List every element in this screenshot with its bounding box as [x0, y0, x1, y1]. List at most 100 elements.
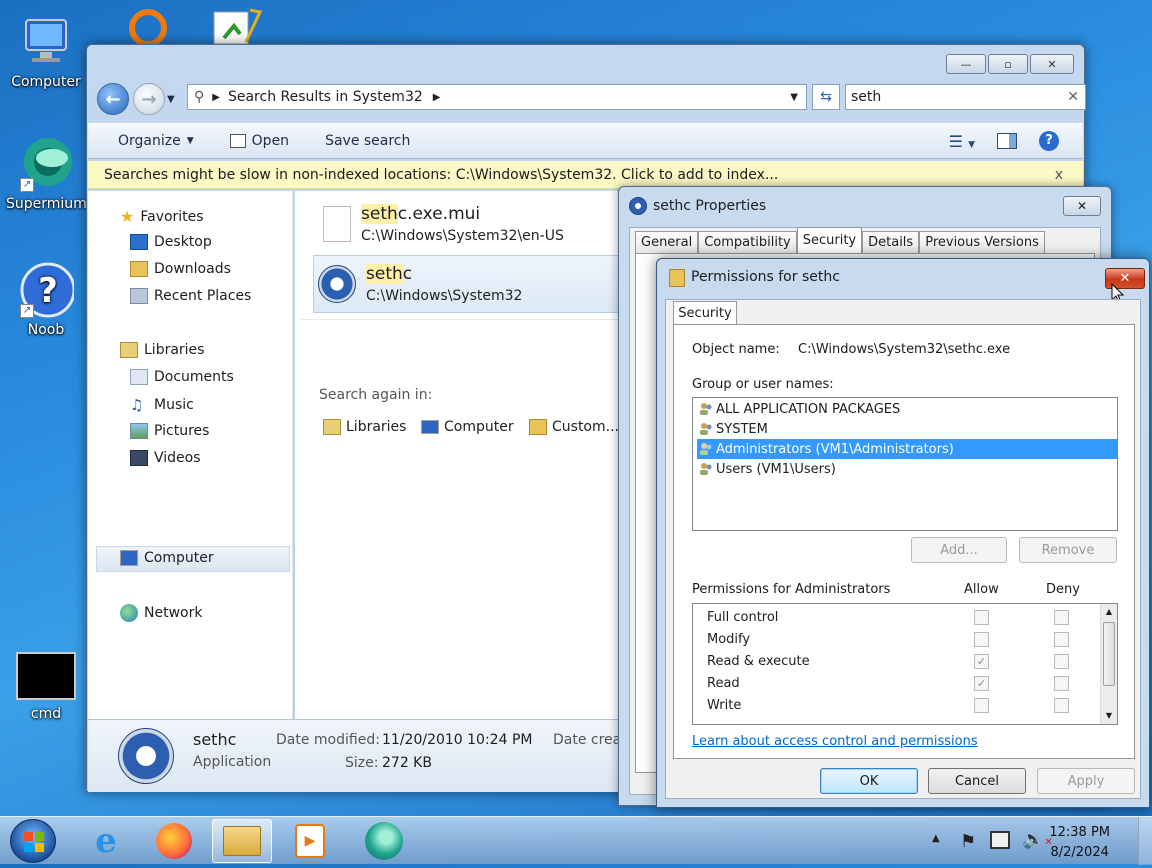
- action-center-flag-icon[interactable]: ⚑: [960, 831, 976, 852]
- search-input[interactable]: seth ✕: [845, 84, 1086, 110]
- show-desktop-button[interactable]: [1138, 817, 1152, 865]
- nav-documents[interactable]: Documents: [130, 369, 234, 385]
- breadcrumb[interactable]: Search Results in System32: [228, 89, 423, 105]
- taskbar-media-player[interactable]: ▶: [280, 819, 340, 863]
- maximize-button[interactable]: ▫: [988, 54, 1028, 74]
- nav-music[interactable]: ♫ Music: [130, 396, 194, 414]
- tab-security[interactable]: Security: [796, 227, 863, 253]
- desktop-icon-supermium[interactable]: ↗ Supermium: [6, 136, 87, 212]
- ok-button[interactable]: OK: [820, 768, 918, 794]
- access-control-help-link[interactable]: Learn about access control and permissio…: [692, 734, 978, 749]
- scroll-up-icon[interactable]: ▲: [1101, 604, 1117, 620]
- desktop-icon-computer[interactable]: Computer: [6, 14, 86, 90]
- add-button[interactable]: Add...: [911, 537, 1007, 563]
- organize-button[interactable]: Organize ▼: [118, 133, 194, 149]
- permissions-list[interactable]: Full control Modify Read & execute ✓ Rea…: [692, 603, 1118, 725]
- deny-checkbox[interactable]: [1054, 610, 1069, 625]
- apply-button[interactable]: Apply: [1037, 768, 1135, 794]
- minimize-button[interactable]: —: [946, 54, 986, 74]
- allow-checkbox[interactable]: [974, 698, 989, 713]
- desktop-icon-label: cmd: [30, 706, 62, 722]
- nav-favorites[interactable]: ★ Favorites: [120, 207, 204, 226]
- clock-date: 8/2/2024: [1050, 845, 1109, 860]
- shortcut-arrow-icon: ↗: [20, 178, 34, 192]
- search-again-libraries[interactable]: Libraries: [323, 419, 406, 435]
- index-warning-bar[interactable]: Searches might be slow in non-indexed lo…: [88, 161, 1083, 189]
- refresh-icon: ⇆: [820, 89, 832, 105]
- scroll-thumb[interactable]: [1103, 622, 1115, 686]
- permissions-scrollbar[interactable]: ▲ ▼: [1100, 604, 1117, 724]
- result-item[interactable]: sethc.exe.mui C:\Windows\System32\en-US: [313, 195, 633, 253]
- list-item[interactable]: ALL APPLICATION PACKAGES: [697, 399, 1117, 419]
- list-item-selected[interactable]: Administrators (VM1\Administrators): [697, 439, 1117, 459]
- taskbar-explorer[interactable]: [212, 819, 272, 863]
- tab-general[interactable]: General: [635, 231, 699, 253]
- cancel-button[interactable]: Cancel: [928, 768, 1026, 794]
- network-tray-icon[interactable]: [990, 831, 1010, 849]
- result-name-rest: c: [402, 264, 413, 284]
- tab-security[interactable]: Security: [673, 301, 737, 325]
- save-search-button[interactable]: Save search: [325, 133, 410, 149]
- star-icon: ★: [120, 207, 135, 226]
- tab-details[interactable]: Details: [862, 231, 920, 253]
- result-item-selected[interactable]: sethc C:\Windows\System32: [313, 255, 633, 313]
- desktop-icon-noob[interactable]: ? ↗ Noob: [6, 262, 86, 338]
- nav-libraries[interactable]: Libraries: [120, 342, 204, 358]
- nav-pictures[interactable]: Pictures: [130, 423, 209, 439]
- allow-checkbox-checked[interactable]: ✓: [974, 654, 989, 669]
- desktop-icon-partial-ring[interactable]: [126, 0, 170, 47]
- user-list[interactable]: ALL APPLICATION PACKAGES SYSTEM Administ…: [692, 397, 1118, 531]
- allow-checkbox[interactable]: [974, 632, 989, 647]
- search-again-computer[interactable]: Computer: [421, 419, 514, 435]
- taskbar-firefox[interactable]: [144, 819, 204, 863]
- forward-button[interactable]: →: [133, 83, 165, 115]
- nav-recent-places[interactable]: Recent Places: [130, 288, 251, 304]
- nav-network[interactable]: Network: [120, 604, 202, 622]
- help-icon[interactable]: ?: [1039, 131, 1059, 151]
- clock[interactable]: 12:38 PM 8/2/2024: [1049, 823, 1110, 863]
- allow-checkbox-checked[interactable]: ✓: [974, 676, 989, 691]
- save-search-label: Save search: [325, 133, 411, 149]
- show-hidden-icons[interactable]: ▲: [932, 833, 940, 844]
- desktop-icon-partial-file[interactable]: [210, 8, 264, 45]
- deny-checkbox[interactable]: [1054, 698, 1069, 713]
- address-bar[interactable]: ⚲ ▶ Search Results in System32 ▶ ▼: [187, 84, 807, 110]
- clear-search-icon[interactable]: ✕: [1067, 89, 1079, 105]
- nav-videos[interactable]: Videos: [130, 450, 201, 466]
- list-item[interactable]: SYSTEM: [697, 419, 1117, 439]
- address-dropdown-icon[interactable]: ▼: [790, 92, 798, 103]
- allow-checkbox[interactable]: [974, 610, 989, 625]
- tab-compatibility[interactable]: Compatibility: [698, 231, 797, 253]
- back-button[interactable]: ←: [97, 83, 129, 115]
- view-options-icon[interactable]: ☰ ▼: [949, 132, 975, 151]
- desktop-icon-cmd[interactable]: cmd: [6, 652, 86, 722]
- libraries-icon: [323, 419, 341, 435]
- permission-name: Write: [707, 697, 742, 713]
- deny-checkbox[interactable]: [1054, 676, 1069, 691]
- tab-previous-versions[interactable]: Previous Versions: [919, 231, 1045, 253]
- remove-button[interactable]: Remove: [1019, 537, 1117, 563]
- open-button[interactable]: Open: [229, 133, 289, 149]
- deny-checkbox[interactable]: [1054, 632, 1069, 647]
- nav-computer[interactable]: Computer: [120, 550, 214, 566]
- taskbar-ie[interactable]: e: [76, 819, 136, 863]
- list-item[interactable]: Users (VM1\Users): [697, 459, 1117, 479]
- close-infobar-icon[interactable]: x: [1055, 167, 1063, 183]
- taskbar-supermium[interactable]: [354, 819, 414, 863]
- desktop-icon-label: Computer: [11, 74, 81, 90]
- preview-pane-icon[interactable]: [997, 133, 1017, 149]
- search-again-custom[interactable]: Custom...: [529, 419, 619, 435]
- deny-checkbox[interactable]: [1054, 654, 1069, 669]
- start-button[interactable]: [10, 819, 56, 863]
- nav-downloads[interactable]: Downloads: [130, 261, 231, 277]
- recent-pages-dropdown[interactable]: ▼: [167, 94, 175, 105]
- close-button[interactable]: ✕: [1063, 196, 1101, 216]
- nav-label: Libraries: [144, 342, 205, 358]
- search-again-custom-label: Custom...: [552, 419, 619, 435]
- refresh-button[interactable]: ⇆: [812, 84, 840, 110]
- close-button[interactable]: ✕: [1030, 54, 1074, 74]
- scroll-down-icon[interactable]: ▼: [1101, 708, 1117, 724]
- result-name-match: seth: [361, 204, 398, 224]
- nav-desktop[interactable]: Desktop: [130, 234, 212, 250]
- volume-muted-icon[interactable]: 🔈✕: [1022, 829, 1053, 850]
